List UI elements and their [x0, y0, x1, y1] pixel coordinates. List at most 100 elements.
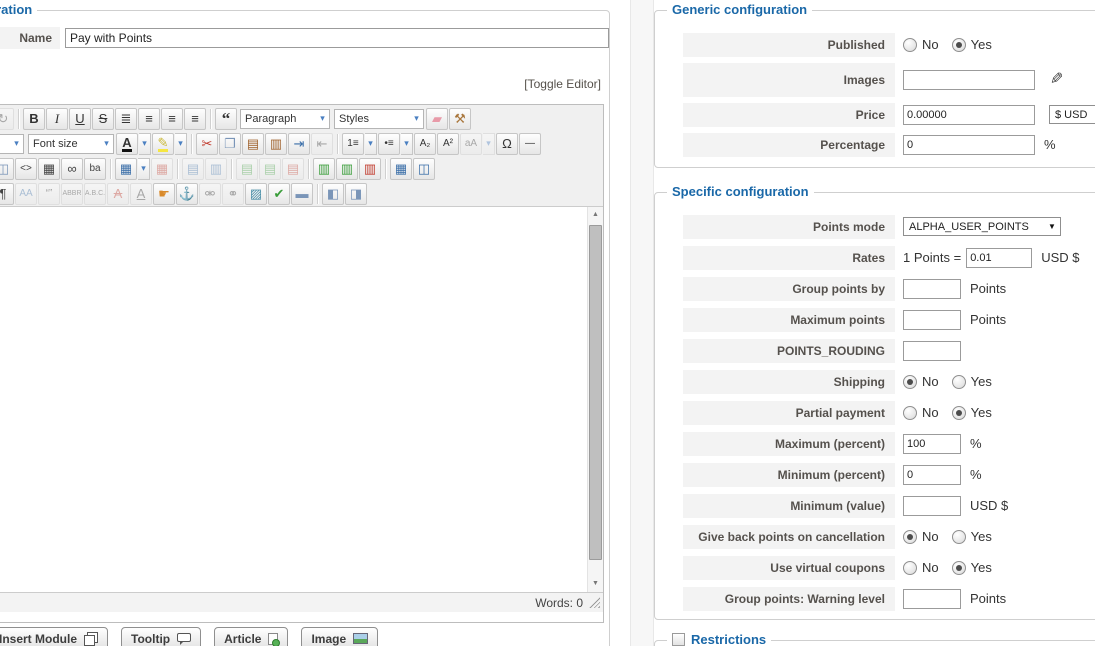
image-icon[interactable]: ▨	[245, 182, 267, 205]
print-icon[interactable]: ▦	[38, 157, 60, 180]
minimum-value-input[interactable]	[903, 495, 961, 516]
spellcheck-icon[interactable]: ✔	[268, 182, 290, 205]
styles-select[interactable]: Styles ▾	[334, 108, 424, 129]
row-delete-icon[interactable]: ▤	[282, 157, 304, 180]
blockquote-icon[interactable]: “	[215, 107, 237, 130]
cleanup-icon[interactable]: ⚒	[449, 107, 471, 130]
edit-pencil-icon[interactable]: ✎	[1050, 71, 1063, 88]
table-delete-icon[interactable]: ▦	[151, 157, 173, 180]
paragraph-select[interactable]: Paragraph ▾	[240, 108, 330, 129]
price-input[interactable]	[903, 104, 1035, 125]
case-change-icon[interactable]: aA	[460, 132, 482, 155]
align-center-icon[interactable]: ≡	[138, 107, 160, 130]
subscript-icon[interactable]: A₂	[414, 132, 436, 155]
name-input[interactable]	[65, 28, 609, 48]
published-no-radio[interactable]	[903, 37, 917, 52]
find-replace-icon[interactable]: ba	[84, 157, 106, 180]
resize-grip[interactable]	[589, 597, 600, 608]
use-virtual-coupons-no-radio[interactable]	[903, 560, 917, 575]
paste-text-icon[interactable]: ▥	[265, 132, 287, 155]
cut-icon[interactable]: ✂	[196, 132, 218, 155]
font-size-select[interactable]: Font size ▾	[28, 133, 114, 154]
link-icon[interactable]: ⚭	[222, 182, 244, 205]
unlink-icon[interactable]: ⚮	[199, 182, 221, 205]
insert-module-button[interactable]: Insert Module	[0, 627, 109, 646]
points-rouding-input[interactable]	[903, 340, 961, 361]
minimum-percent-input[interactable]	[903, 464, 961, 485]
toggle-editor-link[interactable]: [Toggle Editor]	[524, 77, 601, 91]
source-code-icon[interactable]: <>	[15, 157, 37, 180]
give-back-points-no-radio[interactable]	[903, 529, 917, 544]
font-family-select[interactable]: ▾	[0, 133, 24, 154]
table-insert-dropdown-icon[interactable]: ▾	[138, 157, 150, 180]
tooltip-button[interactable]: Tooltip	[121, 627, 202, 646]
bullet-list-dropdown-icon[interactable]: ▾	[401, 132, 413, 155]
outdent-icon[interactable]: ⇤	[311, 132, 333, 155]
repeat-icon[interactable]: ↻	[0, 107, 14, 130]
maximum-percent-input[interactable]	[903, 433, 961, 454]
font-color-icon[interactable]: A	[116, 132, 138, 155]
layers-icon[interactable]: ▬	[291, 182, 313, 205]
points-mode-select[interactable]: ALPHA_USER_POINTS ▼	[903, 217, 1061, 237]
acronym-icon[interactable]: A.B.C.	[84, 182, 106, 205]
group-points-by-input[interactable]	[903, 278, 961, 299]
split-cells-icon[interactable]: ▦	[390, 157, 412, 180]
align-left-icon[interactable]: ≡	[161, 107, 183, 130]
indent-icon[interactable]: ⇥	[288, 132, 310, 155]
shipping-no-radio[interactable]	[903, 374, 917, 389]
superscript-icon[interactable]: A²	[437, 132, 459, 155]
horizontal-rule-icon[interactable]: —	[519, 132, 541, 155]
percentage-input[interactable]	[903, 134, 1035, 155]
italic-icon[interactable]: I	[46, 107, 68, 130]
attributes-icon[interactable]: ☛	[153, 182, 175, 205]
editor-scrollbar[interactable]: ▲ ▼	[587, 207, 603, 592]
table-row-props-icon[interactable]: ▤	[182, 157, 204, 180]
ordered-list-icon[interactable]: 1≡	[342, 132, 364, 155]
del-icon[interactable]: A	[107, 182, 129, 205]
anchor-icon[interactable]: ⚓	[176, 182, 198, 205]
copy-icon[interactable]: ❐	[219, 132, 241, 155]
col-insert-before-icon[interactable]: ▥	[313, 157, 335, 180]
col-insert-after-icon[interactable]: ▥	[336, 157, 358, 180]
bold-icon[interactable]: B	[23, 107, 45, 130]
images-input[interactable]	[903, 69, 1035, 90]
font-color-dropdown-icon[interactable]: ▾	[139, 132, 151, 155]
rates-input[interactable]	[966, 247, 1033, 268]
font-style-icon[interactable]: AA	[15, 182, 37, 205]
image-button[interactable]: Image	[301, 627, 379, 646]
price-currency-select[interactable]: $ USD▼	[1049, 105, 1095, 125]
partial-payment-no-radio[interactable]	[903, 405, 917, 420]
highlight-color-dropdown-icon[interactable]: ▾	[175, 132, 187, 155]
published-yes-radio[interactable]	[951, 37, 966, 52]
give-back-points-yes-radio[interactable]	[951, 529, 966, 544]
merge-cells-icon[interactable]: ◫	[413, 157, 435, 180]
citation-icon[interactable]: “”	[38, 182, 60, 205]
maximum-points-input[interactable]	[903, 309, 961, 330]
iframe-icon[interactable]: ◨	[345, 182, 367, 205]
row-insert-after-icon[interactable]: ▤	[259, 157, 281, 180]
row-insert-before-icon[interactable]: ▤	[236, 157, 258, 180]
table-insert-icon[interactable]: ▦	[115, 157, 137, 180]
remove-format-icon[interactable]: ▰	[426, 107, 448, 130]
abbreviation-icon[interactable]: ABBR	[61, 182, 83, 205]
scroll-up-icon[interactable]: ▲	[588, 207, 603, 223]
partial-payment-yes-radio[interactable]	[951, 405, 966, 420]
scroll-down-icon[interactable]: ▼	[588, 576, 603, 592]
ins-icon[interactable]: A	[130, 182, 152, 205]
visual-chars-icon[interactable]: ¶	[0, 182, 14, 205]
shipping-yes-radio[interactable]	[951, 374, 966, 389]
strikethrough-icon[interactable]: S	[92, 107, 114, 130]
special-char-icon[interactable]: Ω	[496, 132, 518, 155]
split-window-icon[interactable]: ◧	[322, 182, 344, 205]
find-icon[interactable]: ∞	[61, 157, 83, 180]
preview-icon[interactable]: ◫	[0, 157, 14, 180]
ordered-list-dropdown-icon[interactable]: ▾	[365, 132, 377, 155]
highlight-color-icon[interactable]: ✎	[152, 132, 174, 155]
align-right-icon[interactable]: ≡	[184, 107, 206, 130]
restrictions-checkbox[interactable]	[672, 633, 685, 646]
case-change-dropdown-icon[interactable]: ▾	[483, 132, 495, 155]
scrollbar-thumb[interactable]	[589, 225, 602, 560]
table-cell-props-icon[interactable]: ▥	[205, 157, 227, 180]
warning-level-input[interactable]	[903, 588, 961, 609]
align-justify-icon[interactable]: ≣	[115, 107, 137, 130]
